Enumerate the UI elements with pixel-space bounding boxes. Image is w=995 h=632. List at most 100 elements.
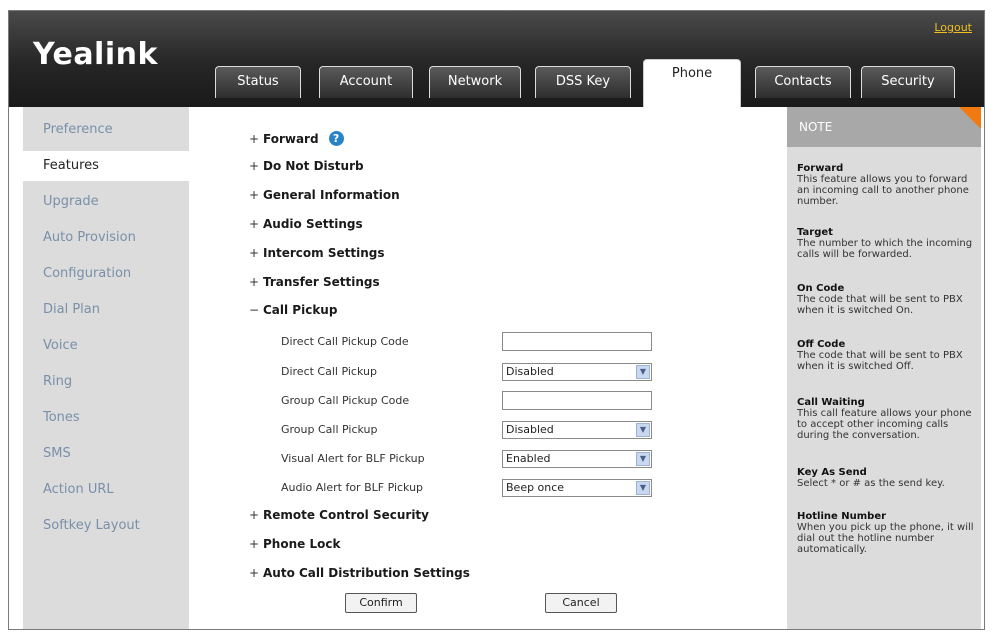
section-forward[interactable]: + Forward? [249,131,344,146]
note-item-title: Off Code [797,339,846,350]
note-item-text: The code that will be sent to PBX when i… [797,350,963,372]
expand-icon: + [249,217,260,231]
section-label: Remote Control Security [263,508,429,522]
section-label: General Information [263,188,400,202]
tab-phone[interactable]: Phone [643,59,741,107]
section-intercom-settings[interactable]: + Intercom Settings [249,246,384,260]
note-item-text: The number to which the incoming calls w… [797,238,973,260]
section-call-pickup[interactable]: − Call Pickup [249,303,337,317]
section-remote-control-security[interactable]: + Remote Control Security [249,508,429,522]
sidebar-item-action-url[interactable]: Action URL [23,475,189,505]
group-call-pickup-label: Group Call Pickup [281,423,378,436]
note-item-title: Hotline Number [797,511,887,522]
note-item-text: Select * or # as the send key. [797,478,945,489]
expand-icon: + [249,159,260,173]
chevron-down-icon: ▼ [636,423,650,437]
note-item-text: This feature allows you to forward an in… [797,174,969,207]
sidebar-item-auto-provision[interactable]: Auto Provision [23,223,189,253]
section-label: Auto Call Distribution Settings [263,566,470,580]
note-item-text: The code that will be sent to PBX when i… [797,294,963,316]
note-item-call-waiting: Call Waiting This call feature allows yo… [797,397,979,441]
tab-security[interactable]: Security [861,66,955,98]
direct-call-pickup-code-label: Direct Call Pickup Code [281,335,409,348]
visual-alert-blf-pickup-select[interactable]: Enabled ▼ [502,450,652,468]
audio-alert-blf-pickup-select[interactable]: Beep once ▼ [502,479,652,497]
tab-dss-key[interactable]: DSS Key [535,66,631,98]
sidebar-item-features[interactable]: Features [23,151,189,181]
collapse-icon: − [249,303,260,317]
section-general-information[interactable]: + General Information [249,188,400,202]
direct-call-pickup-code-input[interactable] [502,332,652,351]
section-label: Intercom Settings [263,246,385,260]
section-label: Phone Lock [263,537,341,551]
section-audio-settings[interactable]: + Audio Settings [249,217,363,231]
expand-icon: + [249,566,260,580]
sidebar-item-dial-plan[interactable]: Dial Plan [23,295,189,325]
logout-link[interactable]: Logout [934,21,972,34]
sidebar-item-configuration[interactable]: Configuration [23,259,189,289]
expand-icon: + [249,537,260,551]
confirm-button[interactable]: Confirm [345,593,417,613]
note-item-hotline-number: Hotline Number When you pick up the phon… [797,511,979,555]
note-item-title: Key As Send [797,467,867,478]
select-value: Beep once [506,481,565,494]
cancel-button[interactable]: Cancel [545,593,617,613]
note-item-forward: Forward This feature allows you to forwa… [797,163,979,207]
sidebar: Preference Features Upgrade Auto Provisi… [23,107,189,629]
note-item-off-code: Off Code The code that will be sent to P… [797,339,979,372]
yealink-logo: Yealink [33,37,158,72]
sidebar-item-softkey-layout[interactable]: Softkey Layout [23,511,189,541]
section-label: Forward [263,132,319,146]
note-item-title: Forward [797,163,844,174]
browser-frame: Yealink Logout Status Account Network DS… [8,10,985,630]
section-label: Transfer Settings [263,275,380,289]
note-corner-decoration [959,107,981,129]
group-call-pickup-select[interactable]: Disabled ▼ [502,421,652,439]
group-call-pickup-code-label: Group Call Pickup Code [281,394,410,407]
sidebar-item-sms[interactable]: SMS [23,439,189,469]
tab-account[interactable]: Account [319,66,413,98]
note-item-on-code: On Code The code that will be sent to PB… [797,283,979,316]
audio-alert-blf-pickup-label: Audio Alert for BLF Pickup [281,481,424,494]
section-phone-lock[interactable]: + Phone Lock [249,537,340,551]
note-item-target: Target The number to which the incoming … [797,227,979,260]
section-label: Audio Settings [263,217,363,231]
expand-icon: + [249,508,260,522]
help-icon[interactable]: ? [328,131,344,146]
note-item-title: Target [797,227,833,238]
chevron-down-icon: ▼ [636,452,650,466]
expand-icon: + [249,275,260,289]
features-panel: + Forward? + Do Not Disturb + General Infor… [199,107,779,629]
tab-network[interactable]: Network [429,66,521,98]
sidebar-item-voice[interactable]: Voice [23,331,189,361]
note-item-title: Call Waiting [797,397,865,408]
direct-call-pickup-label: Direct Call Pickup [281,365,377,378]
tab-contacts[interactable]: Contacts [755,66,851,98]
sidebar-item-upgrade[interactable]: Upgrade [23,187,189,217]
header-bar: Yealink Logout Status Account Network DS… [9,11,984,107]
chevron-down-icon: ▼ [636,365,650,379]
note-item-text: This call feature allows your phone to a… [797,408,972,441]
group-call-pickup-code-input[interactable] [502,391,652,410]
expand-icon: + [249,188,260,202]
sidebar-item-ring[interactable]: Ring [23,367,189,397]
select-value: Disabled [506,365,554,378]
section-label: Do Not Disturb [263,159,364,173]
sidebar-item-tones[interactable]: Tones [23,403,189,433]
visual-alert-blf-pickup-label: Visual Alert for BLF Pickup [281,452,425,465]
select-value: Enabled [506,452,551,465]
section-auto-call-distribution[interactable]: + Auto Call Distribution Settings [249,566,470,580]
section-label: Call Pickup [263,303,338,317]
sidebar-item-preference[interactable]: Preference [23,115,189,145]
chevron-down-icon: ▼ [636,481,650,495]
note-item-key-as-send: Key As Send Select * or # as the send ke… [797,467,979,489]
tab-status[interactable]: Status [215,66,301,98]
direct-call-pickup-select[interactable]: Disabled ▼ [502,363,652,381]
select-value: Disabled [506,423,554,436]
expand-icon: + [249,246,260,260]
note-title: NOTE [787,107,981,147]
section-transfer-settings[interactable]: + Transfer Settings [249,275,380,289]
note-item-title: On Code [797,283,845,294]
expand-icon: + [249,132,260,146]
section-do-not-disturb[interactable]: + Do Not Disturb [249,159,364,173]
